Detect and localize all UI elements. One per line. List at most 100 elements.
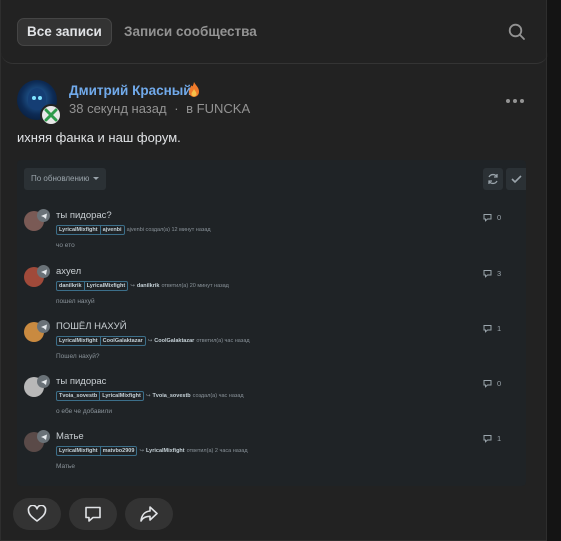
thread-tag[interactable]: danilkrik: [57, 282, 84, 290]
sort-label: По обновлению: [31, 174, 90, 183]
thread-reply-count: 1: [483, 434, 501, 443]
thread-last-user[interactable]: danilkrik: [137, 283, 160, 289]
author-name[interactable]: Дмитрий Красный: [69, 83, 192, 98]
comment-icon: [483, 214, 492, 222]
thread-row[interactable]: ты пидорас Tvoia_sovestb LyricalMixfight ↪ T…: [17, 375, 526, 433]
thread-action: ответил(а) час назад: [196, 338, 250, 344]
reply-arrow-icon: ↪: [139, 448, 145, 454]
wall-tabs: Все записи Записи сообщества: [1, 0, 548, 64]
reply-count-value: 1: [497, 324, 502, 333]
thread-preview: о ебе че добавили: [56, 408, 112, 415]
sort-dropdown[interactable]: По обновлению: [24, 168, 107, 190]
refresh-button[interactable]: [483, 168, 503, 190]
comment-icon: [483, 380, 492, 388]
thread-meta: Tvoia_sovestb LyricalMixfight ↪ Tvoia_soves…: [56, 391, 244, 401]
more-icon[interactable]: [505, 98, 525, 104]
thread-row[interactable]: Матье LyricalMixfight matvbo2909 ↪ LyricalMi…: [17, 430, 526, 486]
thread-tags: danilkrik LyricalMixfight: [56, 281, 129, 291]
thread-title[interactable]: Матье: [56, 431, 84, 442]
meta-separator: ·: [174, 101, 179, 116]
thread-action: ajvenbi создал(а) 12 минут назад: [126, 227, 211, 233]
thread-last-user[interactable]: LyricalMixfight: [146, 448, 185, 454]
reply-count-value: 1: [497, 434, 502, 443]
thread-tag[interactable]: ajvenbi: [99, 226, 124, 234]
reply-arrow-icon: ↪: [147, 338, 153, 344]
reply-count-value: 0: [497, 213, 502, 222]
tab-community-posts[interactable]: Записи сообщества: [124, 18, 257, 46]
thread-tag[interactable]: LyricalMixfight: [83, 282, 128, 290]
thread-preview: Матье: [56, 463, 75, 470]
like-icon: [27, 505, 47, 522]
thread-reply-count: 0: [483, 379, 501, 388]
thread-row[interactable]: ПОШЁЛ НАХУЙ LyricalMixfight CoolGalaktazar…: [17, 320, 526, 378]
thread-title[interactable]: ахуел: [56, 266, 81, 277]
page-background: [547, 0, 561, 541]
telegram-icon: [37, 209, 50, 222]
thread-tag[interactable]: Tvoia_sovestb: [57, 392, 99, 400]
post-meta: 38 секунд назад · в FUNCKA: [69, 101, 250, 116]
thread-row[interactable]: ахуел danilkrik LyricalMixfight ↪ danilkrik о…: [17, 265, 526, 323]
attached-screenshot[interactable]: По обновлению ты пидорас? LyricalMixfight…: [17, 160, 526, 486]
thread-last-user[interactable]: Tvoia_sovestb: [152, 393, 190, 399]
thread-tags: Tvoia_sovestb LyricalMixfight: [56, 391, 144, 401]
thread-title[interactable]: ты пидорас?: [56, 210, 112, 221]
thread-reply-count: 1: [483, 324, 501, 333]
thread-reply-count: 3: [483, 269, 501, 278]
post-location[interactable]: в FUNCKA: [186, 101, 250, 116]
comment-icon: [483, 435, 492, 443]
wall-panel: Все записи Записи сообщества Дмитрий Кра…: [0, 0, 548, 541]
thread-tags: LyricalMixfight CoolGalaktazar: [56, 336, 146, 346]
mark-read-button[interactable]: [506, 168, 526, 190]
thread-tag[interactable]: LyricalMixfight: [57, 337, 100, 345]
reply-arrow-icon: ↪: [145, 393, 151, 399]
post-time[interactable]: 38 секунд назад: [69, 101, 167, 116]
thread-title[interactable]: ПОШЁЛ НАХУЙ: [56, 321, 127, 332]
forum-toolbar: По обновлению: [17, 160, 526, 200]
thread-last-user[interactable]: CoolGalaktazar: [154, 338, 194, 344]
comment-icon: [483, 325, 492, 333]
thread-tag[interactable]: LyricalMixfight: [57, 226, 100, 234]
thread-title[interactable]: ты пидорас: [56, 376, 106, 387]
comment-button[interactable]: [69, 498, 117, 530]
thread-tags: LyricalMixfight ajvenbi: [56, 225, 125, 235]
reply-arrow-icon: ↪: [130, 283, 135, 289]
telegram-icon: [37, 320, 50, 333]
chevron-down-icon: [93, 177, 100, 181]
community-badge-icon: [40, 104, 62, 126]
thread-tag[interactable]: matvbo2909: [99, 447, 137, 455]
thread-meta: danilkrik LyricalMixfight ↪ danilkrik ответи…: [56, 281, 229, 291]
telegram-icon: [37, 375, 50, 388]
thread-tag[interactable]: LyricalMixfight: [99, 392, 143, 400]
check-icon: [511, 175, 522, 184]
thread-tag[interactable]: CoolGalaktazar: [99, 337, 145, 345]
thread-meta: LyricalMixfight matvbo2909 ↪ LyricalMixfigh…: [56, 446, 248, 456]
share-button[interactable]: [125, 498, 173, 530]
thread-row[interactable]: ты пидорас? LyricalMixfight ajvenbi ajvenbi…: [17, 209, 526, 267]
share-icon: [140, 506, 158, 522]
fire-icon: [189, 82, 199, 97]
thread-preview: чо ето: [56, 242, 75, 249]
thread-tag[interactable]: LyricalMixfight: [57, 447, 100, 455]
post-actions: [1, 498, 548, 532]
tab-all-posts[interactable]: Все записи: [17, 18, 112, 46]
telegram-icon: [37, 265, 50, 278]
like-button[interactable]: [13, 498, 61, 530]
refresh-icon: [488, 173, 498, 185]
thread-preview: пошел нахуй: [56, 298, 95, 305]
telegram-icon: [37, 430, 50, 443]
thread-meta: LyricalMixfight ajvenbi ajvenbi создал(а) …: [56, 225, 211, 235]
thread-action: ответил(а) 20 минут назад: [161, 283, 229, 289]
comment-icon: [483, 270, 492, 278]
thread-reply-count: 0: [483, 213, 501, 222]
search-icon[interactable]: [507, 22, 527, 42]
thread-tags: LyricalMixfight matvbo2909: [56, 446, 138, 456]
thread-action: создал(а) час назад: [192, 393, 244, 399]
post: Дмитрий Красный 38 секунд назад · в FUNC…: [1, 64, 548, 541]
reply-count-value: 3: [497, 269, 502, 278]
thread-meta: LyricalMixfight CoolGalaktazar ↪ CoolGalakt…: [56, 336, 250, 346]
thread-action: ответил(а) 2 часа назад: [186, 448, 248, 454]
thread-preview: Пошел нахуй?: [56, 353, 100, 360]
reply-count-value: 0: [497, 379, 502, 388]
comment-icon: [85, 506, 101, 522]
post-text: ихняя фанка и наш форум.: [17, 130, 181, 145]
